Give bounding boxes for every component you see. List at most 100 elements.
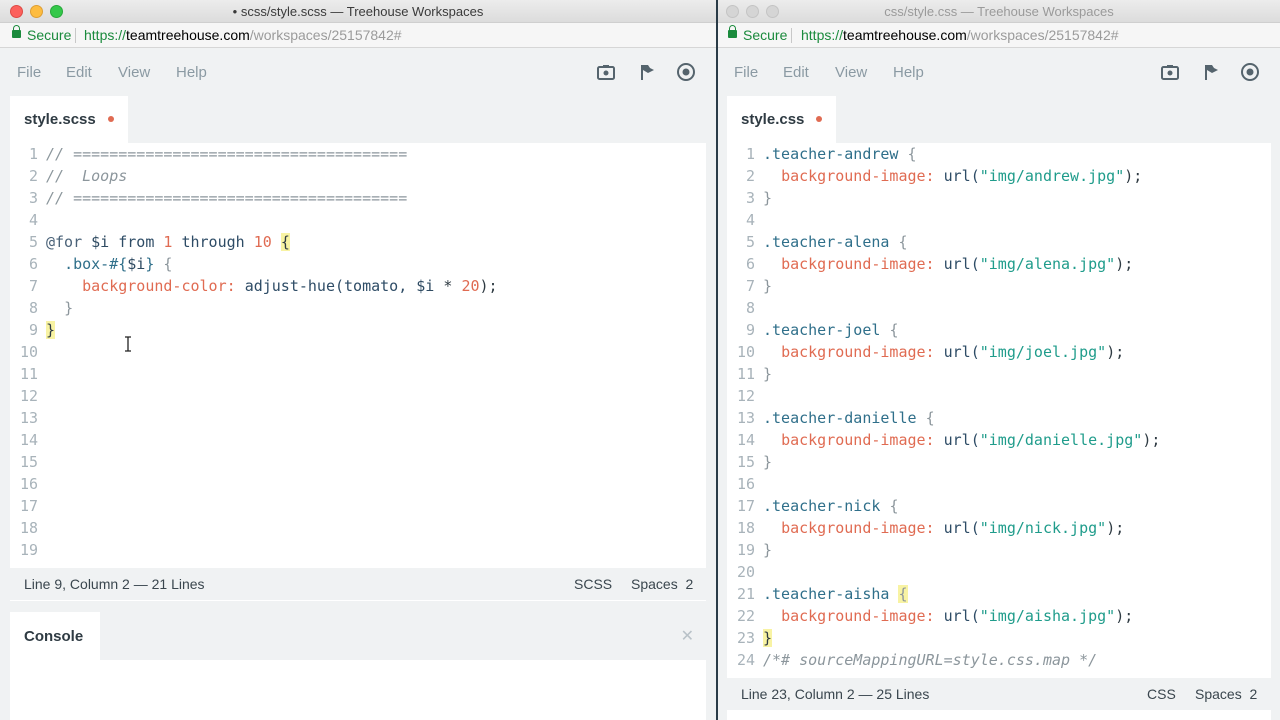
code-text: } (763, 541, 773, 559)
code-editor[interactable]: 1 .teacher-andrew {2 background-image: ur… (727, 143, 1271, 671)
menu-view[interactable]: View (118, 64, 150, 81)
code-line: 2 background-image: url("img/andrew.jpg"… (727, 165, 1271, 187)
code-line: 6 .box-#{$i} { (10, 253, 706, 275)
code-text: .teacher-andrew { (763, 145, 917, 163)
code-text: @for $i from 1 through 10 { (46, 233, 290, 251)
menu-view[interactable]: View (835, 64, 867, 81)
lock-icon (12, 25, 21, 38)
code-line: 7 background-color: adjust-hue(tomato, $… (10, 275, 706, 297)
code-line: 14 background-image: url("img/danielle.j… (727, 429, 1271, 451)
code-editor[interactable]: 1 // ====================================… (10, 143, 706, 561)
line-number: 21 (736, 585, 755, 603)
line-number: 18 (736, 519, 755, 537)
close-icon[interactable]: ✕ (681, 626, 694, 646)
code-text: .teacher-alena { (763, 233, 908, 251)
line-number: 16 (19, 475, 38, 493)
title-bar: • scss/style.scss — Treehouse Workspaces (0, 0, 716, 23)
code-text: background-image: url("img/nick.jpg"); (781, 519, 1125, 537)
tab-style-css[interactable]: style.css (727, 96, 837, 143)
indent-setting[interactable]: Spaces 2 (1195, 686, 1257, 702)
console-tab-bar: Console ✕ (10, 612, 706, 660)
address-bar[interactable]: Secure https://teamtreehouse.com/workspa… (0, 23, 716, 48)
code-line: 5 .teacher-alena { (727, 231, 1271, 253)
code-line: 4 (727, 209, 1271, 231)
code-line: 20 (727, 561, 1271, 583)
line-number: 20 (736, 563, 755, 581)
menu-edit[interactable]: Edit (66, 64, 92, 81)
code-line: 1 // ====================================… (10, 143, 706, 165)
tab-label: style.css (741, 111, 805, 128)
preview-eye-icon[interactable] (676, 62, 696, 82)
address-bar[interactable]: Secure https://teamtreehouse.com/workspa… (718, 23, 1280, 48)
line-number: 14 (19, 431, 38, 449)
left-browser-window: • scss/style.scss — Treehouse Workspaces… (0, 0, 716, 720)
tab-style-scss[interactable]: style.scss (10, 96, 128, 143)
code-line: 7} (727, 275, 1271, 297)
menu-file[interactable]: File (734, 64, 758, 81)
divider (75, 28, 76, 43)
menu-file[interactable]: File (17, 64, 41, 81)
line-number: 3 (28, 189, 38, 207)
line-number: 5 (28, 233, 38, 251)
cursor-position: Line 23, Column 2 — 25 Lines (741, 686, 930, 702)
screenshot-icon[interactable] (596, 62, 616, 82)
line-number: 10 (736, 343, 755, 361)
preview-eye-icon[interactable] (1240, 62, 1260, 82)
url-protocol: https:// (84, 27, 127, 43)
line-number: 9 (28, 321, 38, 339)
language-mode[interactable]: SCSS (574, 576, 612, 592)
code-line: 9} (10, 319, 706, 341)
tab-bar: style.scss (10, 96, 706, 143)
code-line: 19 (10, 539, 706, 561)
line-number: 14 (736, 431, 755, 449)
screenshot-icon[interactable] (1160, 62, 1180, 82)
code-text: } (46, 321, 56, 339)
code-text: background-image: url("img/aisha.jpg"); (781, 607, 1134, 625)
menu-edit[interactable]: Edit (783, 64, 809, 81)
code-line: 17 (10, 495, 706, 517)
code-text: .teacher-aisha { (763, 585, 908, 603)
window-title: • scss/style.scss — Treehouse Workspaces (232, 4, 484, 19)
code-text: .box-#{$i} { (64, 255, 173, 273)
code-text: background-image: url("img/alena.jpg"); (781, 255, 1134, 273)
cursor-position: Line 9, Column 2 — 21 Lines (24, 576, 205, 592)
line-number: 8 (745, 299, 755, 317)
line-number: 2 (28, 167, 38, 185)
menu-help[interactable]: Help (893, 64, 924, 81)
code-text: background-image: url("img/danielle.jpg"… (781, 431, 1161, 449)
share-icon[interactable] (1200, 62, 1220, 82)
line-number: 17 (736, 497, 755, 515)
code-line: 12 (727, 385, 1271, 407)
code-line: 18 (10, 517, 706, 539)
line-number: 7 (28, 277, 38, 295)
line-number: 19 (19, 541, 38, 559)
workspace-menubar: File Edit View Help (0, 48, 716, 96)
line-number: 10 (19, 343, 38, 361)
code-text: .teacher-nick { (763, 497, 899, 515)
code-line: 3 // ====================================… (10, 187, 706, 209)
menu-help[interactable]: Help (176, 64, 207, 81)
indent-setting[interactable]: Spaces 2 (631, 576, 693, 592)
url-text[interactable]: https://teamtreehouse.com/workspaces/251… (84, 27, 402, 43)
code-line: 2 // Loops (10, 165, 706, 187)
line-number: 4 (745, 211, 755, 229)
url-host: teamtreehouse.com (126, 27, 250, 43)
code-line: 14 (10, 429, 706, 451)
console-tab[interactable]: Console (10, 612, 100, 660)
line-number: 22 (736, 607, 755, 625)
code-line: 9 .teacher-joel { (727, 319, 1271, 341)
code-line: 3} (727, 187, 1271, 209)
unsaved-dot-icon (107, 116, 114, 123)
code-line: 11 (10, 363, 706, 385)
window-title: css/style.css — Treehouse Workspaces (884, 4, 1114, 19)
lock-icon (728, 25, 737, 38)
url-host: teamtreehouse.com (843, 27, 967, 43)
editor-panel: style.scss 1 // =========================… (10, 96, 706, 601)
code-line: 17 .teacher-nick { (727, 495, 1271, 517)
share-icon[interactable] (636, 62, 656, 82)
code-line: 6 background-image: url("img/alena.jpg")… (727, 253, 1271, 275)
line-number: 15 (736, 453, 755, 471)
url-text[interactable]: https://teamtreehouse.com/workspaces/251… (801, 27, 1119, 43)
secure-label: Secure (27, 27, 72, 43)
language-mode[interactable]: CSS (1147, 686, 1176, 702)
